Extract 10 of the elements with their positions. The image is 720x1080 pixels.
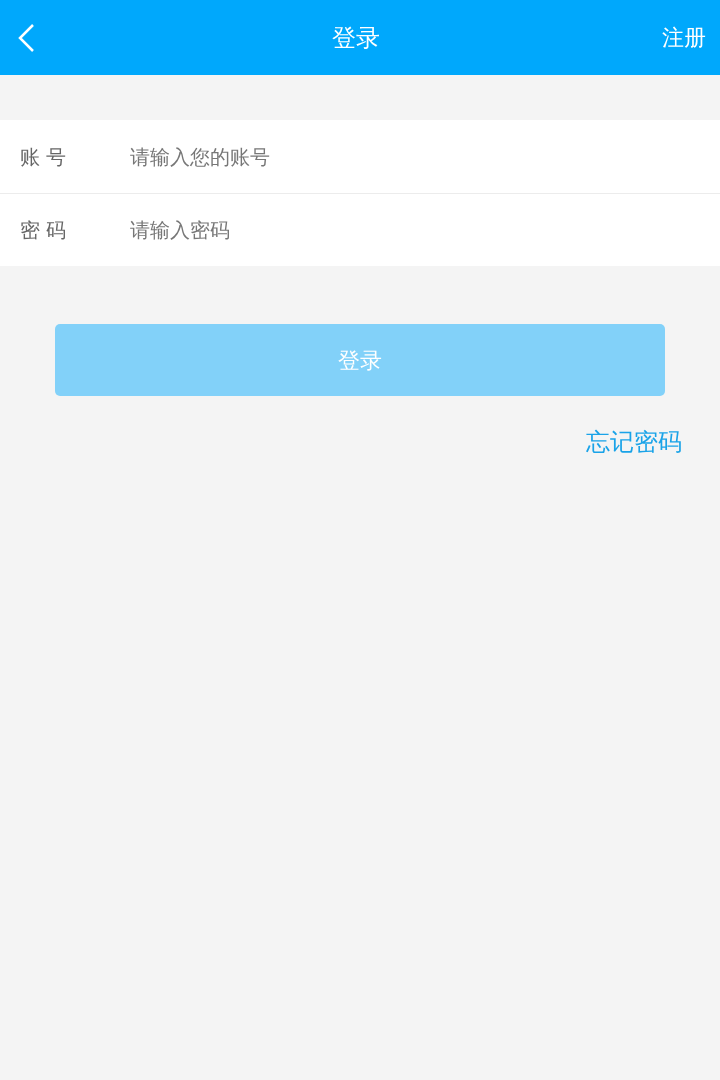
back-icon <box>16 22 36 53</box>
register-link[interactable]: 注册 <box>646 21 706 54</box>
forgot-password-link[interactable]: 忘记密码 <box>586 424 682 460</box>
form-field[interactable]: 账 号 请输入您的账号 <box>0 120 720 193</box>
field-label: 账 号 <box>20 143 68 171</box>
input-field[interactable]: 请输入密码 <box>130 205 700 255</box>
page-title: 登录 <box>332 22 380 54</box>
input-field[interactable]: 请输入您的账号 <box>130 131 700 182</box>
form-field[interactable]: 密 码 请输入密码 <box>0 193 720 266</box>
field-label: 密 码 <box>20 217 68 244</box>
